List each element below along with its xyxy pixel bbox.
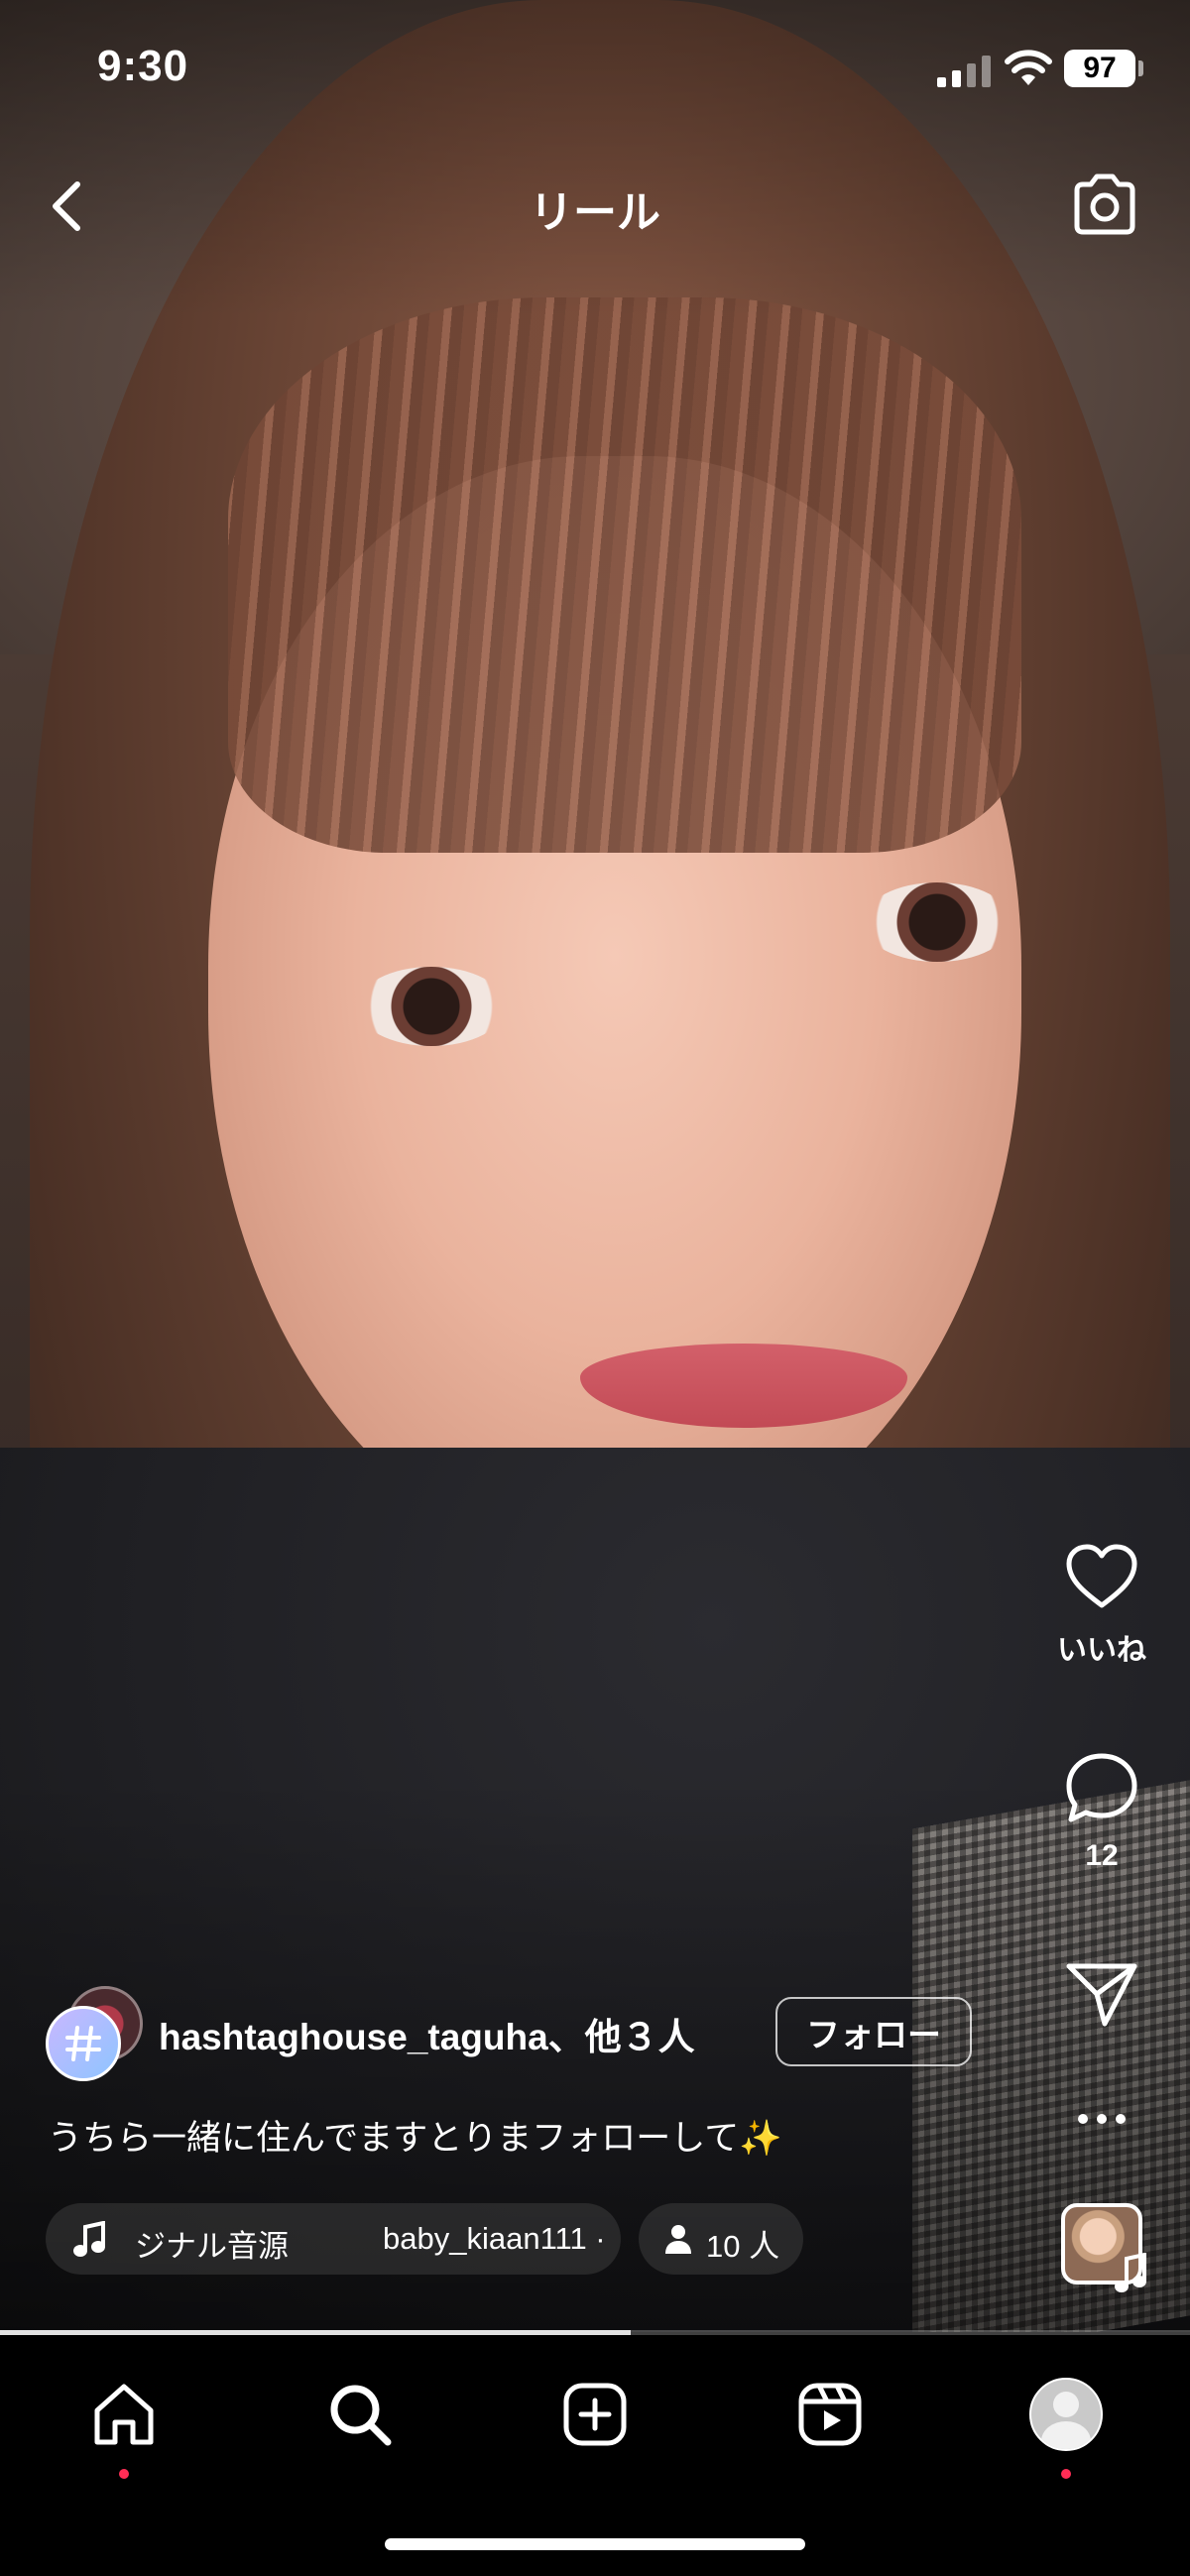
paper-plane-icon	[1066, 1963, 1137, 2027]
profile-avatar	[1029, 2378, 1103, 2451]
wifi-icon	[1005, 50, 1052, 85]
status-time: 9:30	[97, 42, 189, 90]
create-icon	[563, 2383, 627, 2446]
person-icon	[665, 2225, 691, 2254]
author-username[interactable]: hashtaghouse_taguha、他３人	[159, 2007, 695, 2060]
home-icon	[94, 2384, 154, 2445]
battery-indicator: 97	[1064, 50, 1135, 87]
like-label: いいね	[1057, 1634, 1146, 1667]
music-note-icon	[73, 2221, 105, 2257]
video-subject-bangs	[228, 297, 1021, 853]
follow-button[interactable]: フォロー	[775, 1997, 972, 2066]
reels-icon	[798, 2383, 862, 2446]
nav-reels[interactable]	[790, 2375, 870, 2454]
cellular-signal-icon	[937, 56, 991, 87]
sparkles-emoji: ✨	[739, 2119, 782, 2158]
audio-source-name: baby_kiaan111 ·	[383, 2221, 606, 2256]
caption-text: うちら一緒に住んでますとりまフォローして	[48, 2119, 740, 2158]
reel-video[interactable]	[0, 0, 1190, 2332]
like-button[interactable]: いいね	[1057, 1542, 1146, 1669]
search-icon	[330, 2385, 392, 2446]
comment-button[interactable]: 12	[1057, 1750, 1146, 1873]
comment-bubble-icon	[1066, 1753, 1137, 1822]
video-subject-eye	[357, 967, 506, 1046]
tagged-people-count: 10 人	[706, 2229, 780, 2264]
post-caption[interactable]: うちら一緒に住んでますとりまフォローして✨	[48, 2110, 782, 2161]
home-indicator	[385, 2538, 805, 2550]
audio-chip[interactable]: ジナル音源 baby_kiaan111 ·	[46, 2203, 621, 2275]
nav-create[interactable]	[555, 2375, 635, 2454]
heart-icon	[1066, 1544, 1137, 1608]
audio-track-name: ジナル音源	[135, 2229, 289, 2264]
author-avatar	[46, 2006, 121, 2081]
nav-search[interactable]	[320, 2375, 400, 2454]
nav-profile[interactable]	[1026, 2375, 1106, 2454]
music-note-icon	[1115, 2253, 1146, 2292]
reels-screen: 9:30 97 リール いいね 12 hashtaghouse_taguha、他…	[0, 0, 1190, 2576]
page-title: リール	[530, 188, 660, 237]
home-notification-dot	[119, 2469, 129, 2479]
video-subject-eye	[863, 882, 1012, 962]
share-button[interactable]	[1057, 1958, 1146, 2030]
more-options-icon[interactable]	[1076, 2112, 1128, 2126]
nav-home[interactable]	[84, 2375, 164, 2454]
tagged-people-chip[interactable]: 10 人	[639, 2203, 803, 2275]
hashtag-icon	[65, 2026, 101, 2061]
camera-icon[interactable]	[1069, 171, 1140, 238]
profile-notification-dot	[1061, 2469, 1071, 2479]
comment-count: 12	[1085, 1839, 1119, 1872]
battery-nub	[1138, 60, 1143, 76]
author-avatars[interactable]	[46, 1986, 143, 2081]
